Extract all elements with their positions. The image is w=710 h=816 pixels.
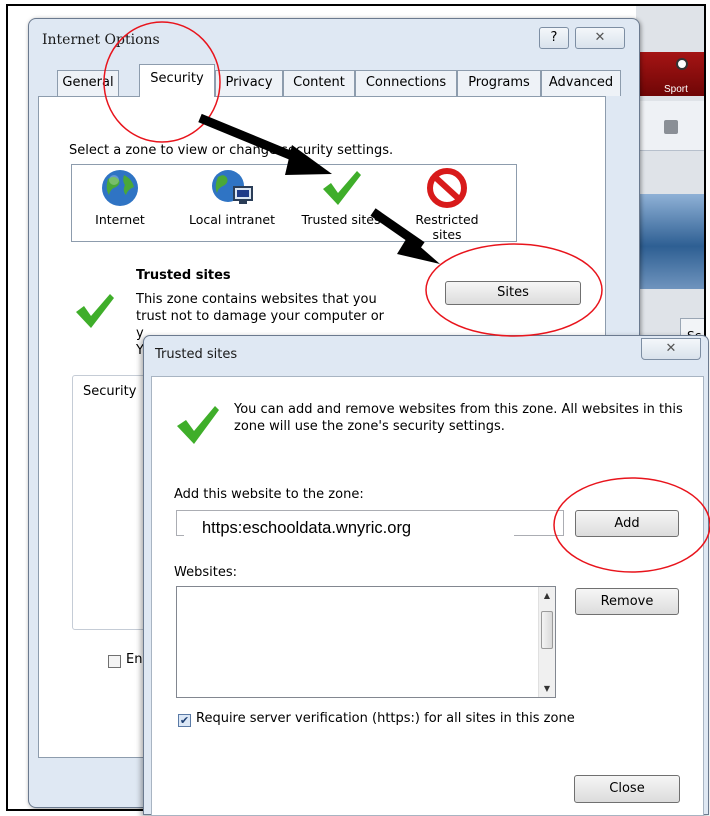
zone-selector: Internet Local intranet Trusted sites Re…	[71, 164, 517, 242]
soccer-ball-icon	[676, 58, 688, 70]
add-website-label: Add this website to the zone:	[174, 487, 364, 502]
info-check-icon	[177, 406, 219, 444]
add-button[interactable]: Add	[575, 510, 679, 537]
zone-desc-line-2: trust not to damage your computer or	[136, 309, 385, 324]
tab-general[interactable]: General	[57, 70, 119, 96]
window-title: Internet Options	[42, 32, 160, 48]
close-button[interactable]: Close	[574, 775, 680, 803]
scroll-down-icon[interactable]: ▼	[539, 680, 555, 697]
zone-internet-label: Internet	[95, 212, 145, 227]
trusted-sites-close-icon[interactable]: ✕	[641, 338, 701, 360]
prohibited-icon	[427, 168, 467, 208]
tab-advanced[interactable]: Advanced	[541, 70, 621, 96]
rss-feed-icon[interactable]	[664, 120, 678, 134]
close-window-button[interactable]: ✕	[575, 27, 625, 49]
zone-restricted-sites[interactable]: Restricted sites	[407, 167, 487, 242]
browser-banner-image	[636, 194, 704, 289]
zone-local-intranet[interactable]: Local intranet	[182, 167, 282, 227]
add-website-value[interactable]: https:eschooldata.wnyric.org	[184, 513, 514, 543]
scroll-thumb[interactable]	[541, 611, 553, 649]
websites-list[interactable]: ▲ ▼	[176, 586, 556, 698]
sport-tab-label[interactable]: Sport	[664, 84, 688, 95]
security-level-label: Security	[83, 384, 137, 399]
trusted-sites-info-text: You can add and remove websites from thi…	[234, 402, 683, 434]
tab-content[interactable]: Content	[283, 70, 355, 96]
remove-button[interactable]: Remove	[575, 588, 679, 615]
globe-icon	[102, 170, 138, 206]
zone-local-intranet-label: Local intranet	[189, 212, 275, 227]
require-https-checkbox[interactable]: ✔	[178, 714, 191, 727]
websites-label: Websites:	[174, 565, 237, 580]
zone-internet[interactable]: Internet	[80, 167, 160, 227]
zone-trusted-sites[interactable]: Trusted sites	[296, 167, 386, 227]
zone-trusted-sites-label: Trusted sites	[301, 212, 381, 227]
zone-restricted-label-line2: sites	[432, 227, 462, 242]
tab-privacy[interactable]: Privacy	[215, 70, 283, 96]
checkmark-icon	[323, 171, 361, 205]
zone-desc-line-1: This zone contains websites that you	[136, 292, 377, 307]
tab-connections[interactable]: Connections	[355, 70, 457, 96]
sites-button[interactable]: Sites	[445, 281, 581, 305]
tab-security[interactable]: Security	[139, 64, 215, 97]
enable-protected-mode-checkbox[interactable]	[108, 655, 121, 668]
require-https-label: Require server verification (https:) for…	[196, 711, 575, 726]
websites-scrollbar[interactable]: ▲ ▼	[538, 587, 555, 697]
tab-programs[interactable]: Programs	[457, 70, 541, 96]
scroll-up-icon[interactable]: ▲	[539, 587, 555, 604]
trusted-sites-dialog-title: Trusted sites	[155, 347, 238, 362]
intranet-icon	[212, 170, 253, 204]
selected-zone-title: Trusted sites	[136, 268, 231, 283]
zone-prompt: Select a zone to view or change security…	[69, 143, 394, 158]
help-button[interactable]: ?	[539, 27, 569, 49]
enable-checkbox-label: En	[126, 652, 143, 667]
trusted-sites-check-icon	[76, 294, 114, 328]
zone-restricted-label: Restricted	[415, 212, 479, 227]
